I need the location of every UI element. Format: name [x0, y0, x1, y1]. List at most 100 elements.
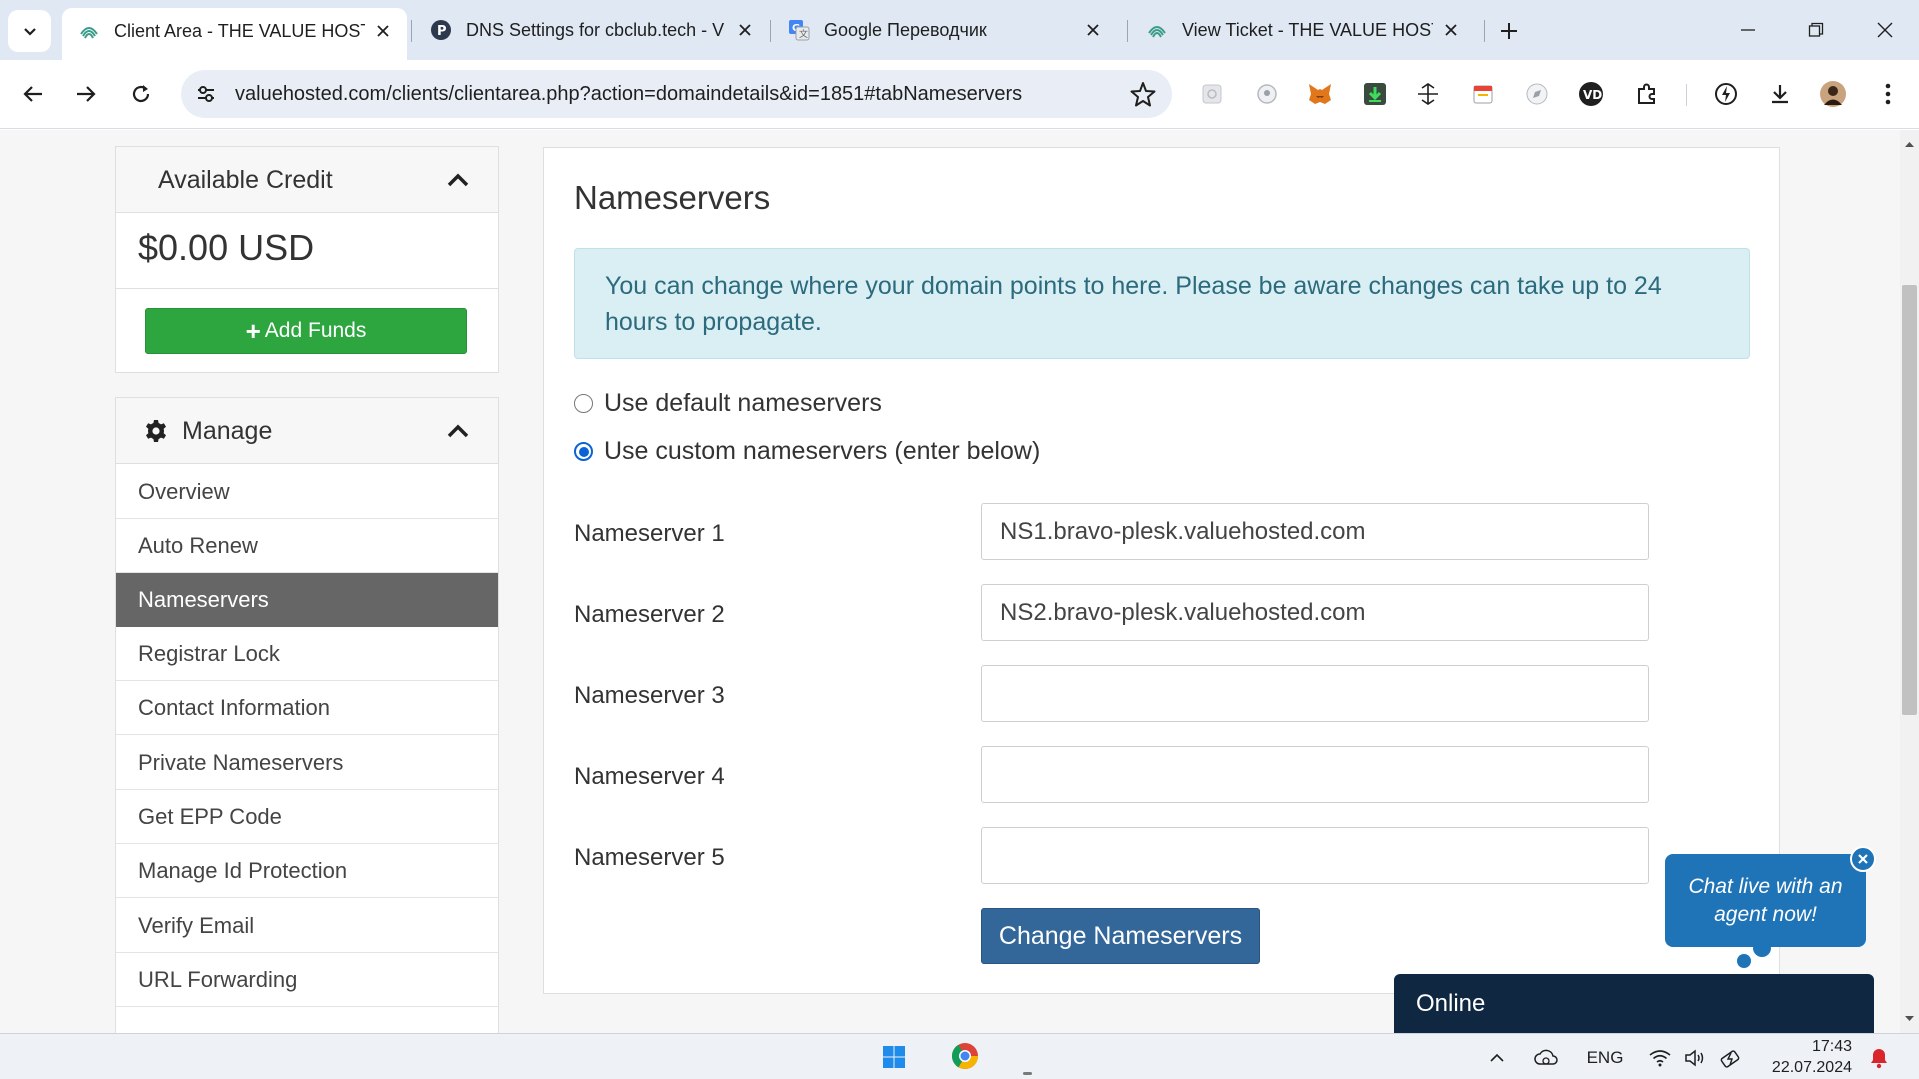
- close-window-button[interactable]: [1855, 8, 1915, 52]
- arrow-right-icon: [77, 86, 96, 102]
- radio-button[interactable]: [574, 394, 593, 413]
- system-clock[interactable]: 17:43 22.07.2024: [1762, 1036, 1852, 1078]
- chevron-up-icon[interactable]: [446, 169, 470, 191]
- extensions-puzzle-icon[interactable]: [1633, 80, 1661, 108]
- url-text[interactable]: valuehosted.com/clients/clientarea.php?a…: [235, 83, 1022, 106]
- scroll-up-arrow-icon[interactable]: [1904, 139, 1915, 150]
- sidebar-item-get-epp-code[interactable]: Get EPP Code: [116, 790, 498, 844]
- available-credit-panel: Available Credit $0.00 USD + Add Funds: [115, 146, 499, 373]
- sidebar-item-contact-information[interactable]: Contact Information: [116, 681, 498, 735]
- sidebar-item-auto-renew[interactable]: Auto Renew: [116, 519, 498, 573]
- scrollbar-thumb[interactable]: [1902, 285, 1917, 715]
- bookmark-star-icon[interactable]: [1130, 81, 1156, 107]
- volume-icon[interactable]: [1683, 1046, 1709, 1070]
- clock-time: 17:43: [1811, 1038, 1852, 1055]
- sidebar-item-manage-id-protection[interactable]: Manage Id Protection: [116, 844, 498, 898]
- profile-avatar[interactable]: [1819, 80, 1847, 108]
- chrome-taskbar-icon[interactable]: [949, 1040, 981, 1072]
- extension-grid-icon[interactable]: [1198, 80, 1226, 108]
- tab-google-translate[interactable]: G文 Google Переводчик: [772, 8, 1117, 52]
- close-tab-icon[interactable]: [373, 21, 393, 41]
- nameserver-1-input[interactable]: [981, 503, 1649, 560]
- credit-amount: $0.00 USD: [138, 227, 315, 268]
- tab-separator: [1127, 20, 1128, 42]
- site-settings-icon[interactable]: [195, 83, 217, 105]
- tab-separator: [1484, 20, 1485, 42]
- menu-kebab-icon[interactable]: [1874, 80, 1902, 108]
- nameserver-3-input[interactable]: [981, 665, 1649, 722]
- forward-button[interactable]: [65, 73, 107, 115]
- restore-button[interactable]: [1786, 8, 1846, 52]
- close-icon: [1858, 854, 1868, 864]
- back-button[interactable]: [12, 73, 54, 115]
- panel-header[interactable]: Available Credit: [116, 147, 498, 213]
- language-indicator[interactable]: ENG: [1584, 1046, 1626, 1070]
- tab-title: View Ticket - THE VALUE HOSTE: [1182, 19, 1433, 40]
- change-nameservers-button[interactable]: Change Nameservers: [981, 908, 1260, 964]
- chat-close-button[interactable]: [1850, 846, 1876, 872]
- sidebar-item-verify-email[interactable]: Verify Email: [116, 899, 498, 953]
- gear-icon: [146, 420, 166, 442]
- tab-dns-settings[interactable]: P DNS Settings for cbclub.tech - V: [414, 8, 769, 52]
- browser-toolbar: valuehosted.com/clients/clientarea.php?a…: [0, 60, 1919, 129]
- scroll-down-arrow-icon[interactable]: [1904, 1013, 1915, 1024]
- nameserver-2-input[interactable]: [981, 584, 1649, 641]
- chevron-up-icon[interactable]: [1487, 1046, 1507, 1070]
- wifi-icon[interactable]: [1647, 1046, 1673, 1070]
- notification-bell-icon[interactable]: [1866, 1046, 1892, 1070]
- tab-separator: [411, 20, 412, 42]
- address-bar[interactable]: valuehosted.com/clients/clientarea.php?a…: [181, 70, 1172, 118]
- option-custom-nameservers[interactable]: Use custom nameservers (enter below): [574, 437, 1040, 466]
- new-tab-button[interactable]: [1492, 14, 1526, 48]
- manage-panel: Manage Overview Auto Renew Nameservers R…: [115, 397, 499, 1033]
- option-default-nameservers[interactable]: Use default nameservers: [574, 389, 882, 418]
- panel-header[interactable]: Manage: [116, 398, 498, 464]
- add-funds-button[interactable]: + Add Funds: [145, 308, 467, 354]
- chevron-up-icon[interactable]: [446, 420, 470, 442]
- nameserver-5-input[interactable]: [981, 827, 1649, 884]
- chat-invite-bubble[interactable]: Chat live with an agent now!: [1665, 854, 1866, 957]
- chevron-down-icon: [23, 28, 36, 36]
- close-tab-icon[interactable]: [1083, 20, 1103, 40]
- chat-status-bar[interactable]: Online: [1394, 974, 1874, 1033]
- tab-client-area[interactable]: Client Area - THE VALUE HOSTE: [62, 8, 407, 60]
- tab-title: Google Переводчик: [824, 19, 987, 40]
- vd-extension-icon[interactable]: VD: [1577, 80, 1605, 108]
- chat-prompt-text: Chat live with an agent now!: [1688, 875, 1843, 926]
- sidebar-item-url-forwarding[interactable]: URL Forwarding: [116, 953, 498, 1007]
- clock-date: 22.07.2024: [1771, 1059, 1852, 1076]
- battery-charging-icon[interactable]: [1719, 1046, 1745, 1070]
- tab-view-ticket[interactable]: View Ticket - THE VALUE HOSTE: [1130, 8, 1475, 52]
- page-scrollbar[interactable]: [1900, 130, 1919, 1033]
- sidebar-item-nameservers[interactable]: Nameservers: [116, 573, 498, 627]
- radio-button-checked[interactable]: [574, 442, 593, 461]
- close-tab-icon[interactable]: [735, 20, 755, 40]
- value-hosted-icon: [1146, 19, 1168, 41]
- close-icon: [1877, 22, 1893, 38]
- windows-taskbar: ENG 17:43 22.07.2024: [0, 1033, 1919, 1079]
- download-green-arrow-icon[interactable]: [1361, 80, 1389, 108]
- page-content: Available Credit $0.00 USD + Add Funds M…: [0, 130, 1900, 1033]
- move-cross-icon[interactable]: [1414, 80, 1442, 108]
- sidebar-item-registrar-lock[interactable]: Registrar Lock: [116, 627, 498, 681]
- svg-text:P: P: [437, 24, 447, 39]
- p-letter-icon: P: [430, 19, 452, 41]
- downloads-icon[interactable]: [1766, 80, 1794, 108]
- extension-eye-icon[interactable]: [1253, 80, 1281, 108]
- plus-icon: +: [245, 316, 261, 346]
- performance-icon[interactable]: [1712, 80, 1740, 108]
- sidebar-item-private-nameservers[interactable]: Private Nameservers: [116, 736, 498, 790]
- reload-button[interactable]: [120, 73, 162, 115]
- tab-title: DNS Settings for cbclub.tech - V: [466, 19, 725, 40]
- close-tab-icon[interactable]: [1441, 20, 1461, 40]
- metamask-fox-icon[interactable]: [1306, 80, 1334, 108]
- cloud-sync-icon[interactable]: [1533, 1046, 1559, 1070]
- calendar-extension-icon[interactable]: [1469, 80, 1497, 108]
- compass-extension-icon[interactable]: [1523, 80, 1551, 108]
- sidebar-item-overview[interactable]: Overview: [116, 465, 498, 519]
- tab-search-button[interactable]: [8, 10, 51, 52]
- nameserver-4-input[interactable]: [981, 746, 1649, 803]
- toolbar-separator: [1686, 84, 1687, 106]
- minimize-button[interactable]: [1718, 8, 1778, 52]
- windows-start-icon[interactable]: [881, 1045, 907, 1069]
